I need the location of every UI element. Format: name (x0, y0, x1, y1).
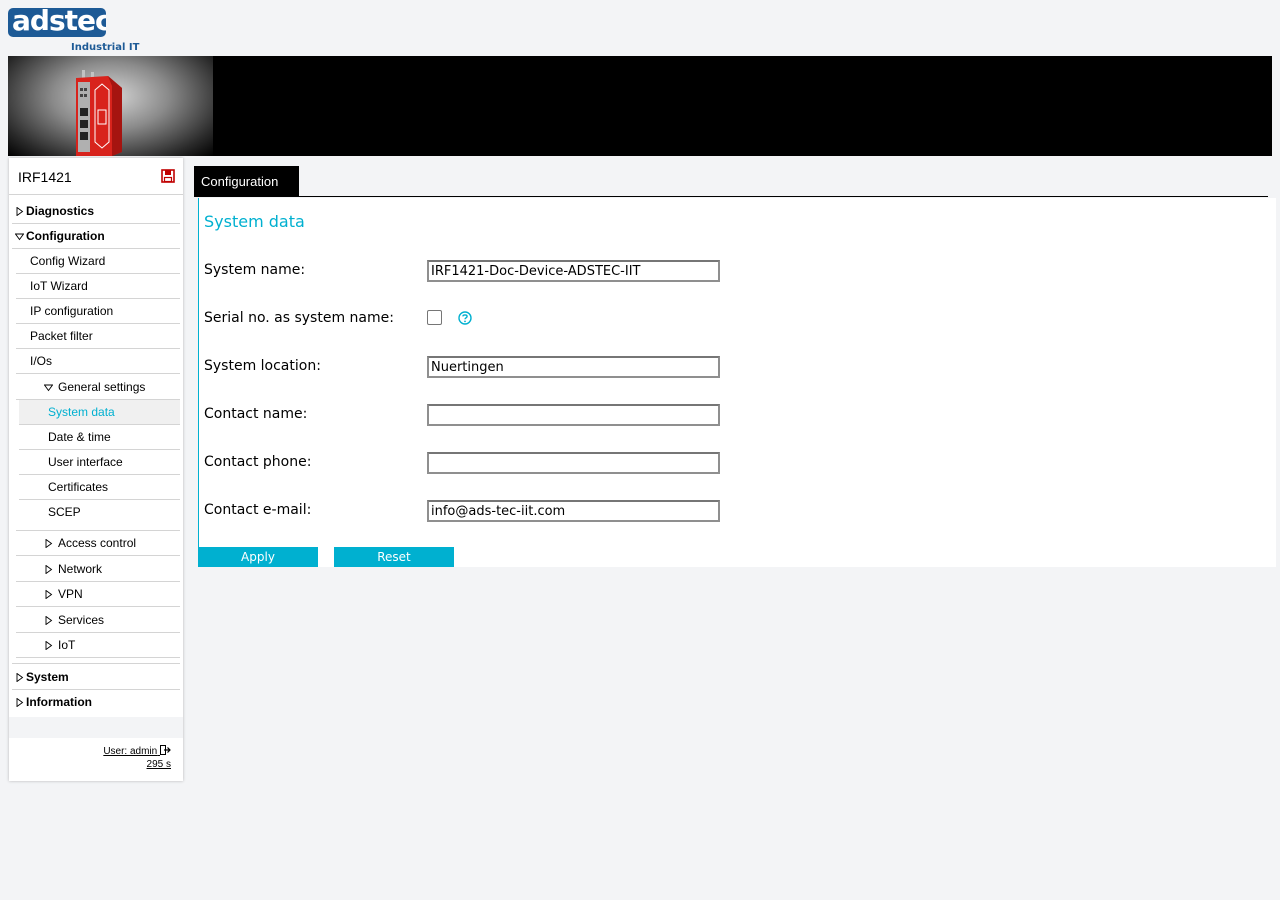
contact-email-label: Contact e-mail: (204, 502, 312, 518)
system-name-label: System name: (204, 262, 306, 278)
sidebar-item-label: IoT (58, 638, 76, 652)
sidebar-item-label: Configuration (26, 229, 105, 243)
sidebar-item-label: Services (58, 613, 105, 627)
logo-brand-text: adstec (12, 8, 106, 37)
sidebar-item-certificates[interactable]: Certificates (19, 475, 180, 500)
sidebar-item-label: Network (58, 562, 103, 576)
sidebar-item-label: Information (26, 695, 92, 709)
contact-email-input[interactable] (427, 500, 720, 522)
sidebar-item-label: General settings (58, 380, 146, 394)
triangle-down-icon (44, 384, 53, 392)
sidebar-item-scep[interactable]: SCEP (19, 500, 180, 525)
sidebar-item-label: System data (48, 405, 115, 419)
sidebar-item-ios[interactable]: I/Os (16, 349, 180, 374)
sidebar-item-label: Diagnostics (26, 204, 95, 218)
sidebar-item-label: IP configuration (30, 304, 114, 318)
triangle-right-icon (16, 207, 24, 216)
triangle-right-icon (45, 539, 53, 548)
user-label: User: admin (103, 746, 158, 757)
system-data-panel: System data System name: Serial no. as s… (198, 198, 1276, 567)
tab-underline (194, 196, 1268, 197)
sidebar-item-label: VPN (58, 587, 83, 601)
sidebar-item-access-control[interactable]: Access control (16, 531, 180, 556)
sidebar-header: IRF1421 (9, 158, 183, 195)
contact-name-label: Contact name: (204, 406, 308, 422)
contact-phone-label: Contact phone: (204, 454, 312, 470)
system-name-input[interactable] (427, 260, 720, 282)
adstec-logo: adstec Industrial IT (8, 8, 148, 54)
logo-badge: adstec (8, 8, 106, 37)
sidebar-item-label: SCEP (48, 505, 81, 519)
sidebar-item-configuration[interactable]: Configuration (12, 224, 180, 249)
triangle-right-icon (45, 590, 53, 599)
logo-subtitle: Industrial IT (71, 42, 140, 53)
sidebar-item-packet-filter[interactable]: Packet filter (16, 324, 180, 349)
apply-button[interactable]: Apply (198, 547, 318, 567)
sidebar-item-date-time[interactable]: Date & time (19, 425, 180, 450)
sidebar-item-iot-wizard[interactable]: IoT Wizard (16, 274, 180, 299)
sidebar-divider (12, 663, 180, 664)
triangle-right-icon (45, 616, 53, 625)
sidebar-item-label: Packet filter (30, 329, 93, 343)
sidebar-item-system-data[interactable]: System data (19, 400, 180, 425)
user-logout-link[interactable]: User: admin (103, 745, 171, 757)
sidebar-item-label: Access control (58, 536, 137, 550)
sidebar-item-label: User interface (48, 455, 123, 469)
help-icon[interactable] (458, 311, 472, 325)
system-location-label: System location: (204, 358, 321, 374)
section-title: System data (204, 212, 305, 231)
sidebar-item-label: Certificates (48, 480, 109, 494)
sidebar-item-diagnostics[interactable]: Diagnostics (12, 199, 180, 224)
tab-configuration[interactable]: Configuration (194, 166, 299, 196)
sidebar-item-label: Config Wizard (30, 254, 106, 268)
sidebar-item-information[interactable]: Information (12, 690, 180, 715)
logout-icon (160, 745, 171, 755)
sidebar-item-iot[interactable]: IoT (16, 633, 180, 658)
triangle-right-icon (45, 641, 53, 650)
sidebar-item-label: System (26, 670, 69, 684)
serial-as-name-checkbox[interactable] (427, 310, 442, 325)
system-location-input[interactable] (427, 356, 720, 378)
sidebar-item-general-settings[interactable]: General settings (16, 375, 180, 400)
header-banner (8, 56, 1272, 156)
serial-as-name-label: Serial no. as system name: (204, 310, 394, 326)
device-name: IRF1421 (18, 169, 72, 185)
sidebar-item-user-interface[interactable]: User interface (19, 450, 180, 475)
triangle-right-icon (16, 673, 24, 682)
sidebar-item-ip-configuration[interactable]: IP configuration (16, 299, 180, 324)
sidebar-item-config-wizard[interactable]: Config Wizard (16, 249, 180, 274)
sidebar-item-system[interactable]: System (12, 665, 180, 690)
contact-name-input[interactable] (427, 404, 720, 426)
sidebar-item-label: I/Os (30, 354, 53, 368)
sidebar-item-services[interactable]: Services (16, 608, 180, 633)
navigation-sidebar: IRF1421 Diagnostics Configuration Config… (9, 158, 183, 781)
triangle-right-icon (16, 698, 24, 707)
contact-phone-input[interactable] (427, 452, 720, 474)
session-timer[interactable]: 295 s (147, 759, 171, 770)
router-device-image (76, 70, 122, 156)
triangle-right-icon (45, 565, 53, 574)
save-icon[interactable] (161, 169, 175, 183)
triangle-down-icon (15, 233, 24, 241)
sidebar-item-vpn[interactable]: VPN (16, 582, 180, 607)
sidebar-item-label: IoT Wizard (30, 279, 88, 293)
sidebar-spacer (9, 717, 183, 738)
reset-button[interactable]: Reset (334, 547, 454, 567)
sidebar-item-network[interactable]: Network (16, 557, 180, 582)
sidebar-item-label: Date & time (48, 430, 111, 444)
